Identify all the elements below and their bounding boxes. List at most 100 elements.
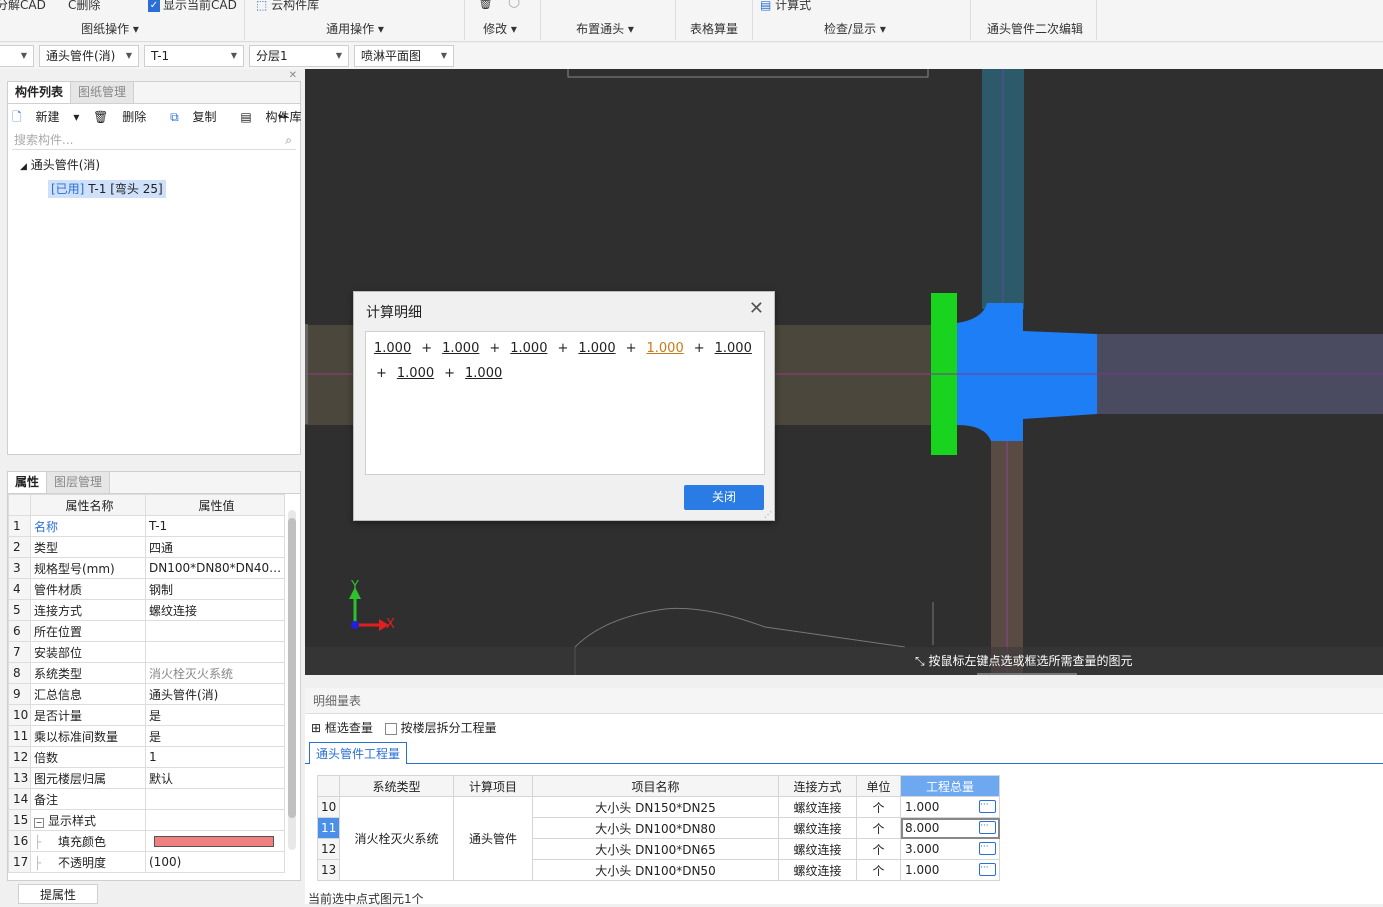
more-dots-icon[interactable]: ··· [979,842,996,855]
group-place-tee[interactable]: 布置通头 ▾ [560,20,650,36]
property-value[interactable]: 四通 [145,536,285,558]
circle-icon[interactable]: ○ [508,0,520,10]
collapse-icon[interactable]: − [34,817,44,828]
col-total-qty[interactable]: 工程总量 [900,775,1000,797]
layer-select[interactable]: 分层1 ▼ [249,45,349,67]
close-button[interactable]: 关闭 [684,485,764,510]
delete-icon[interactable]: 🗑 [478,0,493,10]
formula-value[interactable]: 1.000 [715,341,752,356]
box-select-button[interactable]: ⊞ 框选查量 [311,721,373,735]
close-icon[interactable]: ✕ [749,298,764,319]
property-value[interactable] [145,809,285,831]
col-item-name[interactable]: 项目名称 [532,775,779,797]
property-value[interactable]: T-1 [145,515,285,537]
cloud-library-button[interactable]: ⬚ 云构件库 [256,0,319,13]
group-check-display[interactable]: 检查/显示 ▾ [810,20,900,36]
property-row[interactable]: 4 管件材质 钢制 [8,578,285,600]
property-row[interactable]: 5 连接方式 螺纹连接 [8,599,285,621]
floor-select[interactable]: ▼ [0,45,34,67]
tree-item-selected[interactable]: [已用] T-1 [弯头 25] [48,180,166,198]
group-common-ops[interactable]: 通用操作 ▾ [300,20,410,36]
new-button[interactable]: 🗋 新建 ▾ [12,110,79,124]
col-unit[interactable]: 单位 [856,775,901,797]
property-row[interactable]: 2 类型 四通 [8,536,285,558]
col-connection[interactable]: 连接方式 [778,775,857,797]
property-row[interactable]: 7 安装部位 [8,641,285,663]
tab-properties[interactable]: 属性 [8,472,48,493]
group-drawing-ops[interactable]: 图纸操作 ▾ [60,20,160,36]
group-tee-edit[interactable]: 通头管件二次编辑 [980,20,1090,36]
drawing-select[interactable]: 喷淋平面图 ▼ [354,45,454,67]
more-dots-icon[interactable]: ··· [979,800,996,813]
copy-button[interactable]: ⧉ 复制 [170,110,226,124]
col-system-type[interactable]: 系统类型 [339,775,454,797]
property-row[interactable]: 9 汇总信息 通头管件(消) [8,683,285,705]
property-value[interactable]: 钢制 [145,578,285,600]
total-qty-cell[interactable]: 8.000 ··· [900,817,1000,839]
group-table-calc[interactable]: 表格算量 [680,20,748,36]
tab-layer-mgmt[interactable]: 图层管理 [47,472,111,493]
formula-value[interactable]: 1.000 [374,341,411,356]
formula-value[interactable]: 1.000 [510,341,547,356]
formula-value[interactable]: 1.000 [442,341,479,356]
property-row[interactable]: 14 备注 [8,788,285,810]
search-input[interactable]: 搜索构件... ⌕ [12,130,296,150]
total-qty-cell[interactable]: 1.000 ··· [900,796,1000,818]
tree-root[interactable]: ◢ 通头管件(消) [8,150,300,176]
property-value[interactable]: 消火栓灭火系统 [145,662,285,684]
total-qty-cell[interactable]: 3.000 ··· [900,838,1000,860]
tab-component-list[interactable]: 构件列表 [8,82,72,103]
tab-tee-quantity[interactable]: 通头管件工程量 [309,742,408,764]
delete-button[interactable]: 🗑 删除 [93,110,156,124]
more-dots-icon[interactable]: ··· [979,863,996,876]
group-modify[interactable]: 修改 ▾ [470,20,530,36]
property-value[interactable]: 1 [145,746,285,768]
property-row[interactable]: 6 所在位置 [8,620,285,642]
table-row[interactable]: 10 消火栓灭火系统 通头管件 大小头 DN150*DN25 螺纹连接个 1.000 ··· [317,796,1000,881]
property-value[interactable] [145,830,285,852]
property-value[interactable] [145,620,285,642]
formula-value-highlighted[interactable]: 1.000 [647,341,684,356]
ribbon-cad-split[interactable]: 分解CAD [0,0,46,13]
panel-splitter[interactable] [305,324,308,424]
close-icon[interactable]: ✕ [289,70,297,81]
more-dots-icon[interactable]: ··· [979,821,996,834]
property-value[interactable]: 是 [145,725,285,747]
property-value[interactable]: 默认 [145,767,285,789]
property-row[interactable]: 16 ├ 填充颜色 [8,830,285,852]
total-qty-cell[interactable]: 1.000 ··· [900,859,1000,881]
ribbon-c-delete[interactable]: C删除 [68,0,100,13]
extract-properties-button[interactable]: 提属性 [18,884,98,904]
property-value[interactable]: 通头管件(消) [145,683,285,705]
property-row[interactable]: 1 名称 T-1 [8,515,285,537]
property-row[interactable]: 13 图元楼层归属 默认 [8,767,285,789]
property-value[interactable]: (100) [145,851,285,873]
collapse-icon[interactable]: ◢ [20,162,27,172]
fill-color-swatch[interactable] [154,836,274,847]
property-value[interactable]: 螺纹连接 [145,599,285,621]
scrollbar-thumb[interactable] [288,518,296,818]
scrollbar[interactable] [288,510,296,850]
show-current-cad-checkbox[interactable]: ✓ 显示当前CAD [148,0,237,13]
property-value[interactable] [145,641,285,663]
formula-value[interactable]: 1.000 [578,341,615,356]
property-value[interactable]: 是 [145,704,285,726]
component-select[interactable]: T-1 ▼ [144,45,244,67]
property-row[interactable]: 17 ├ 不透明度 (100) [8,851,285,873]
property-row[interactable]: 8 系统类型 消火栓灭火系统 [8,662,285,684]
type-select[interactable]: 通头管件(消) ▼ [39,45,139,67]
col-calc-item[interactable]: 计算项目 [453,775,533,797]
formula-button[interactable]: ▤ 计算式 [760,0,811,13]
more-icon[interactable]: ▸▸ [279,104,288,130]
formula-value[interactable]: 1.000 [397,366,434,381]
resize-grip-icon[interactable]: ⋰ [764,510,772,519]
split-by-floor-checkbox[interactable]: 按楼层拆分工程量 [384,721,497,735]
tab-drawing-mgmt[interactable]: 图纸管理 [71,82,135,103]
property-row[interactable]: 10 是否计量是 [8,704,285,726]
property-value[interactable]: DN100*DN80*DN40*... [145,557,285,579]
property-row[interactable]: 3 规格型号(mm) DN100*DN80*DN40*... [8,557,285,579]
property-row[interactable]: 12 倍数 1 [8,746,285,768]
property-row[interactable]: 15− 显示样式 [8,809,285,831]
library-button[interactable]: ▤ 构件库 [240,110,311,124]
property-value[interactable] [145,788,285,810]
